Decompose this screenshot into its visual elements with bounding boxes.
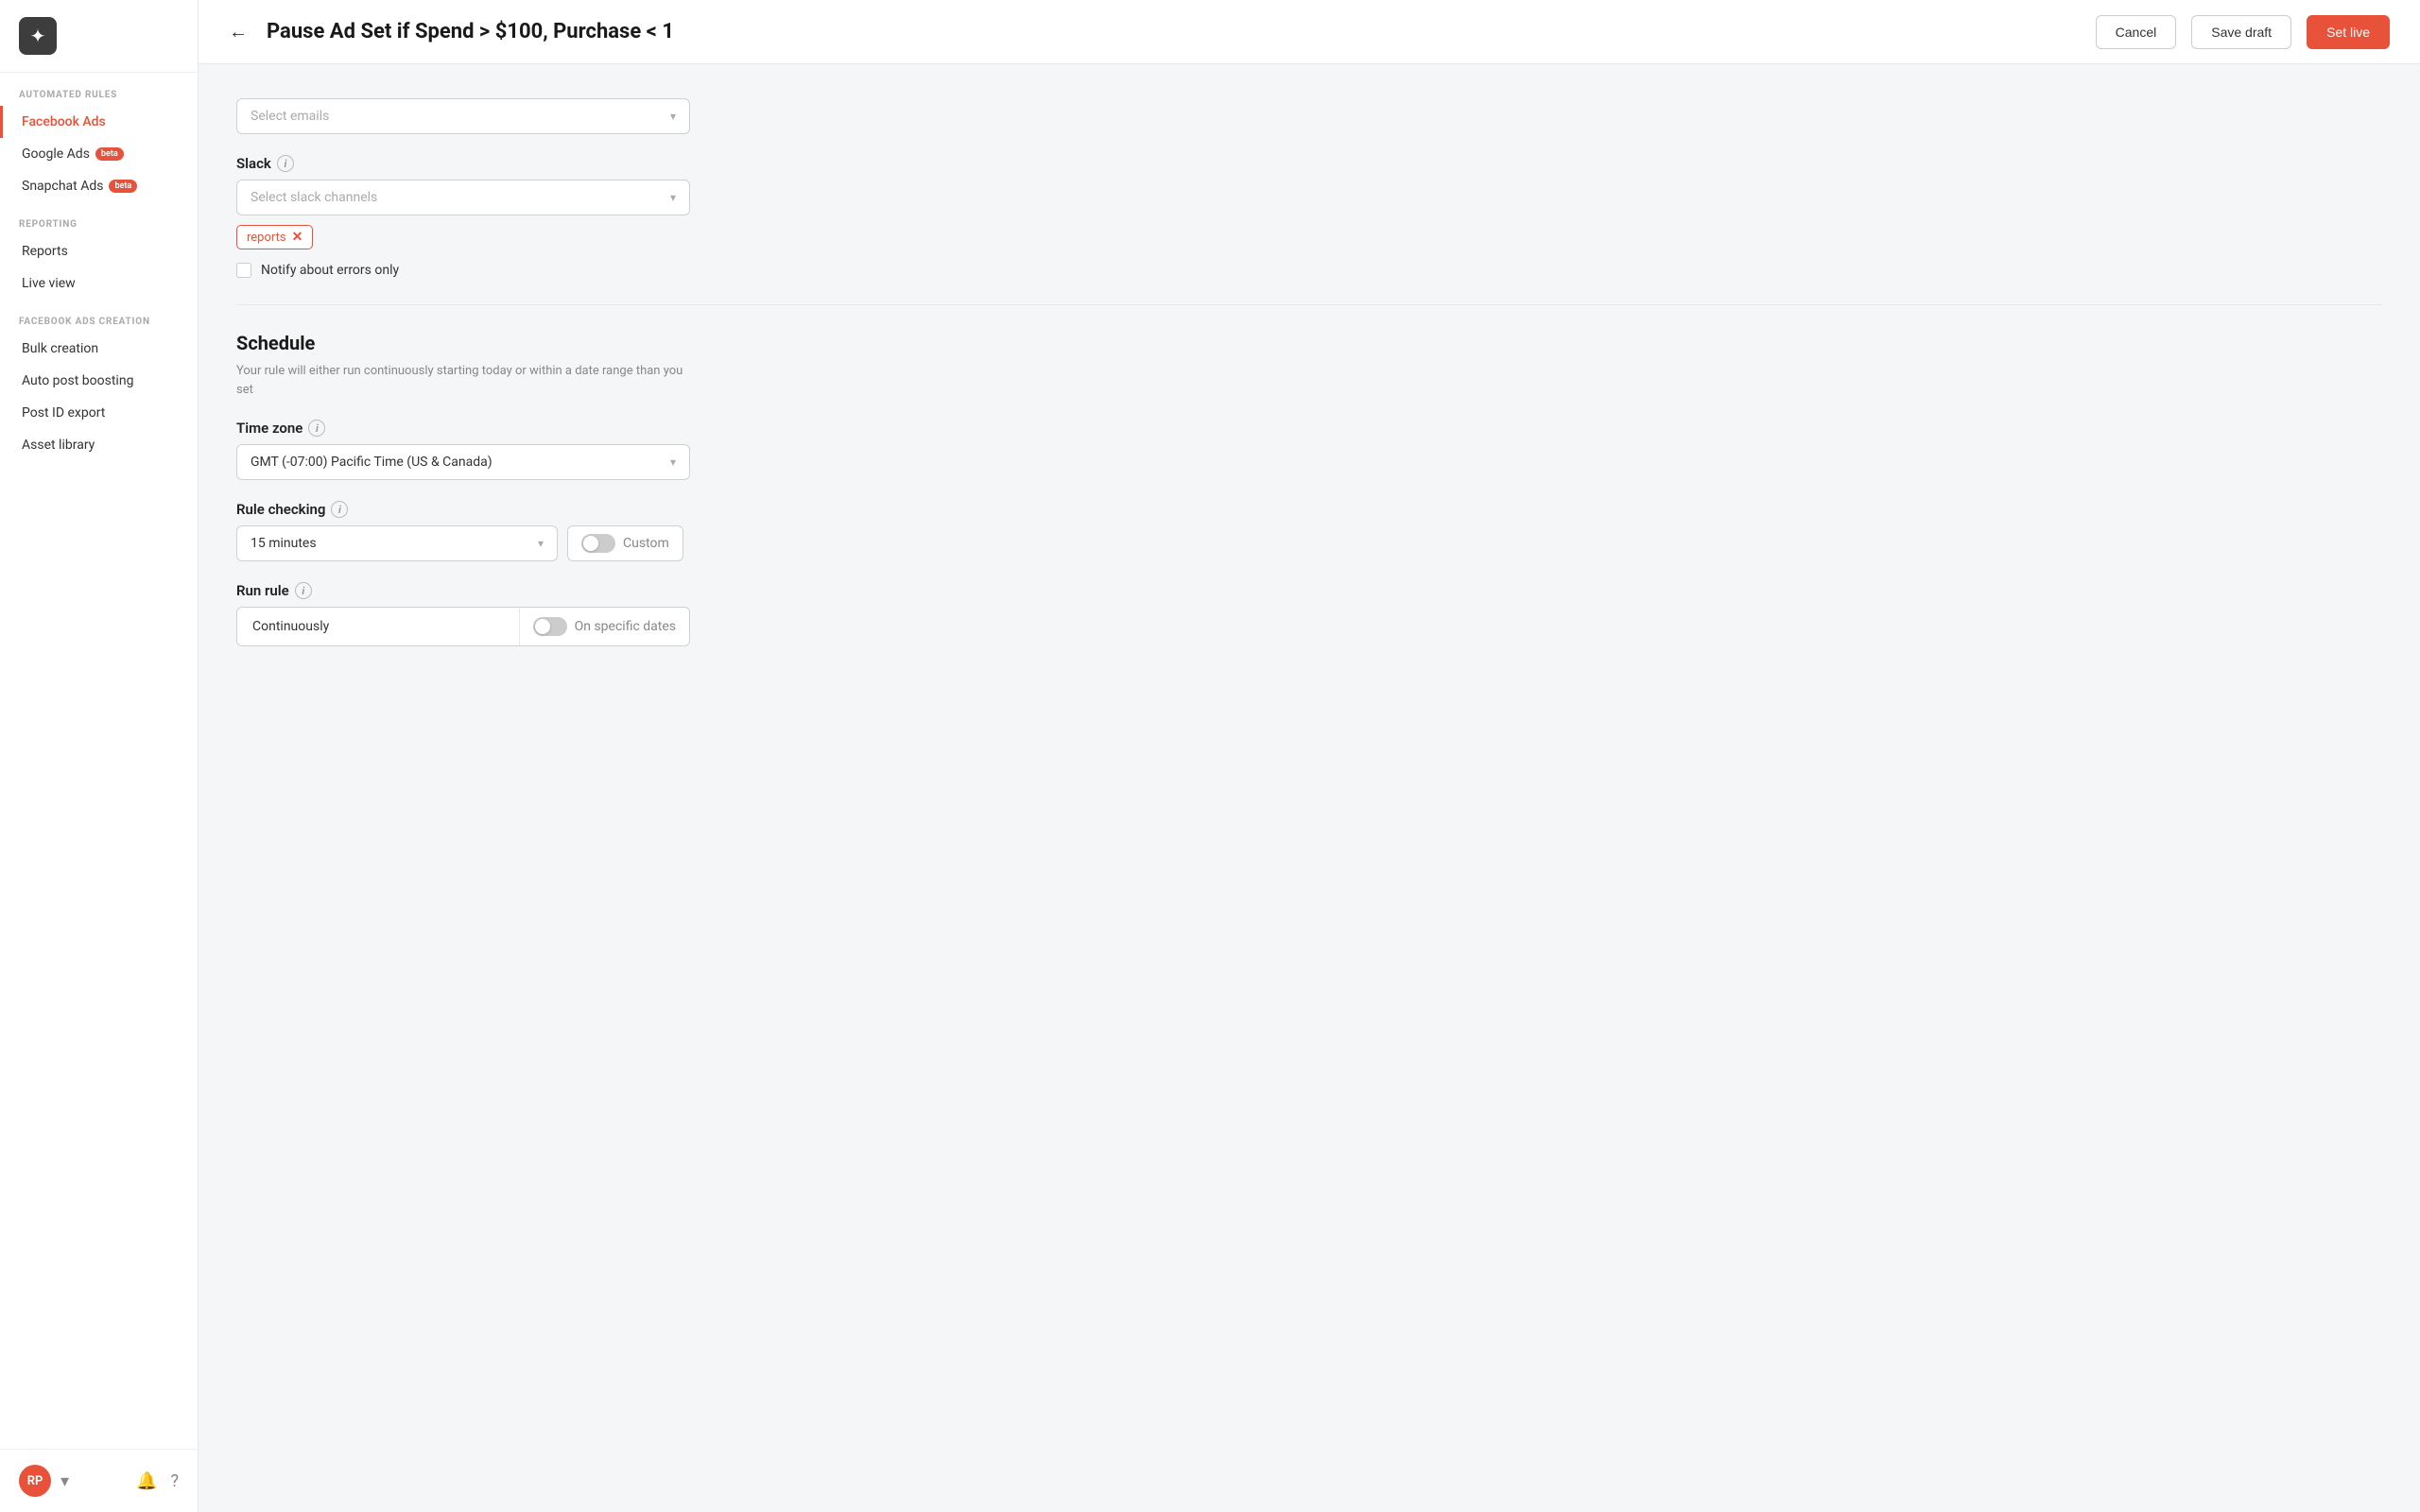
chevron-down-icon[interactable]: ▾ [60, 1471, 69, 1491]
slack-group: Slack i Select slack channels ▾ reports … [236, 155, 2382, 278]
custom-toggle-knob [583, 536, 598, 551]
section-label-automated-rules: AUTOMATED RULES [0, 73, 198, 106]
continuously-value: Continuously [237, 610, 519, 644]
run-rule-group: Run rule i Continuously On specific date… [236, 582, 2382, 646]
slack-placeholder: Select slack channels [251, 190, 377, 205]
section-label-reporting: REPORTING [0, 202, 198, 235]
tag-label: reports [247, 231, 286, 245]
slack-info-icon[interactable]: i [277, 155, 294, 172]
content-area: Select emails ▾ Slack i Select slack cha… [199, 64, 2420, 1512]
on-specific-dates-toggle[interactable] [533, 617, 567, 636]
user-avatar[interactable]: RP [19, 1465, 51, 1497]
sidebar-item-google-ads[interactable]: Google Ads beta [0, 138, 198, 170]
tag-remove-reports[interactable]: ✕ [292, 230, 303, 245]
rule-checking-select[interactable]: 15 minutes ▾ [236, 525, 558, 561]
save-draft-button[interactable]: Save draft [2191, 15, 2291, 49]
schedule-title: Schedule [236, 332, 2382, 354]
page-title: Pause Ad Set if Spend > $100, Purchase <… [267, 20, 2081, 43]
topbar: ← Pause Ad Set if Spend > $100, Purchase… [199, 0, 2420, 64]
timezone-select[interactable]: GMT (-07:00) Pacific Time (US & Canada) … [236, 444, 690, 480]
sidebar-item-reports[interactable]: Reports [0, 235, 198, 267]
on-specific-dates-label: On specific dates [575, 619, 676, 634]
slack-channels-select[interactable]: Select slack channels ▾ [236, 180, 690, 215]
sidebar-logo-area: ✦ [0, 0, 198, 73]
sidebar-item-auto-post-boosting[interactable]: Auto post boosting [0, 365, 198, 397]
sidebar-item-snapchat-ads[interactable]: Snapchat Ads beta [0, 170, 198, 202]
timezone-label: Time zone i [236, 420, 2382, 437]
sidebar-item-post-id-export[interactable]: Post ID export [0, 397, 198, 429]
main-panel: ← Pause Ad Set if Spend > $100, Purchase… [199, 0, 2420, 1512]
timezone-info-icon[interactable]: i [308, 420, 325, 437]
back-button[interactable]: ← [229, 20, 248, 43]
section-label-fb-creation: FACEBOOK ADS CREATION [0, 300, 198, 333]
timezone-value: GMT (-07:00) Pacific Time (US & Canada) [251, 455, 493, 470]
section-divider [236, 304, 2382, 305]
rule-checking-label: Rule checking i [236, 501, 2382, 518]
run-rule-label: Run rule i [236, 582, 2382, 599]
custom-toggle-label: Custom [623, 536, 669, 551]
sidebar-item-live-view[interactable]: Live view [0, 267, 198, 300]
slack-tags: reports ✕ [236, 225, 2382, 249]
notify-errors-label: Notify about errors only [261, 263, 399, 278]
rule-checking-value: 15 minutes [251, 536, 317, 551]
sidebar-item-facebook-ads[interactable]: Facebook Ads [0, 106, 198, 138]
rule-checking-info-icon[interactable]: i [331, 501, 348, 518]
notify-errors-row: Notify about errors only [236, 263, 2382, 278]
custom-toggle-group: Custom [567, 525, 683, 561]
help-icon[interactable]: ? [170, 1471, 179, 1491]
google-ads-badge: beta [95, 147, 124, 161]
sidebar-item-bulk-creation[interactable]: Bulk creation [0, 333, 198, 365]
slack-chevron-icon: ▾ [670, 191, 676, 204]
schedule-section: Schedule Your rule will either run conti… [236, 332, 2382, 646]
notify-errors-checkbox[interactable] [236, 263, 251, 278]
sidebar: ✦ AUTOMATED RULES Facebook Ads Google Ad… [0, 0, 199, 1512]
sidebar-bottom: RP ▾ 🔔 ? [0, 1449, 198, 1512]
rule-checking-chevron-icon: ▾ [538, 537, 544, 550]
snapchat-ads-badge: beta [109, 180, 137, 193]
emails-group: Select emails ▾ [236, 98, 2382, 134]
run-rule-info-icon[interactable]: i [295, 582, 312, 599]
app-logo: ✦ [19, 17, 57, 55]
slack-label: Slack i [236, 155, 2382, 172]
cancel-button[interactable]: Cancel [2096, 15, 2177, 49]
run-rule-row: Continuously On specific dates [236, 607, 690, 646]
timezone-chevron-icon: ▾ [670, 455, 676, 469]
bell-icon[interactable]: 🔔 [136, 1471, 157, 1491]
custom-toggle[interactable] [581, 534, 615, 553]
sidebar-item-asset-library[interactable]: Asset library [0, 429, 198, 461]
set-live-button[interactable]: Set live [2307, 15, 2390, 49]
tag-reports: reports ✕ [236, 225, 313, 249]
rule-checking-row: 15 minutes ▾ Custom [236, 525, 2382, 561]
bottom-icons: 🔔 ? [136, 1471, 179, 1491]
emails-select[interactable]: Select emails ▾ [236, 98, 690, 134]
timezone-group: Time zone i GMT (-07:00) Pacific Time (U… [236, 420, 2382, 480]
schedule-desc: Your rule will either run continuously s… [236, 362, 690, 399]
on-specific-dates-toggle-knob [535, 619, 550, 634]
emails-chevron-icon: ▾ [670, 110, 676, 123]
on-specific-dates-group: On specific dates [519, 608, 689, 645]
emails-placeholder: Select emails [251, 109, 329, 124]
rule-checking-group: Rule checking i 15 minutes ▾ Custom [236, 501, 2382, 561]
